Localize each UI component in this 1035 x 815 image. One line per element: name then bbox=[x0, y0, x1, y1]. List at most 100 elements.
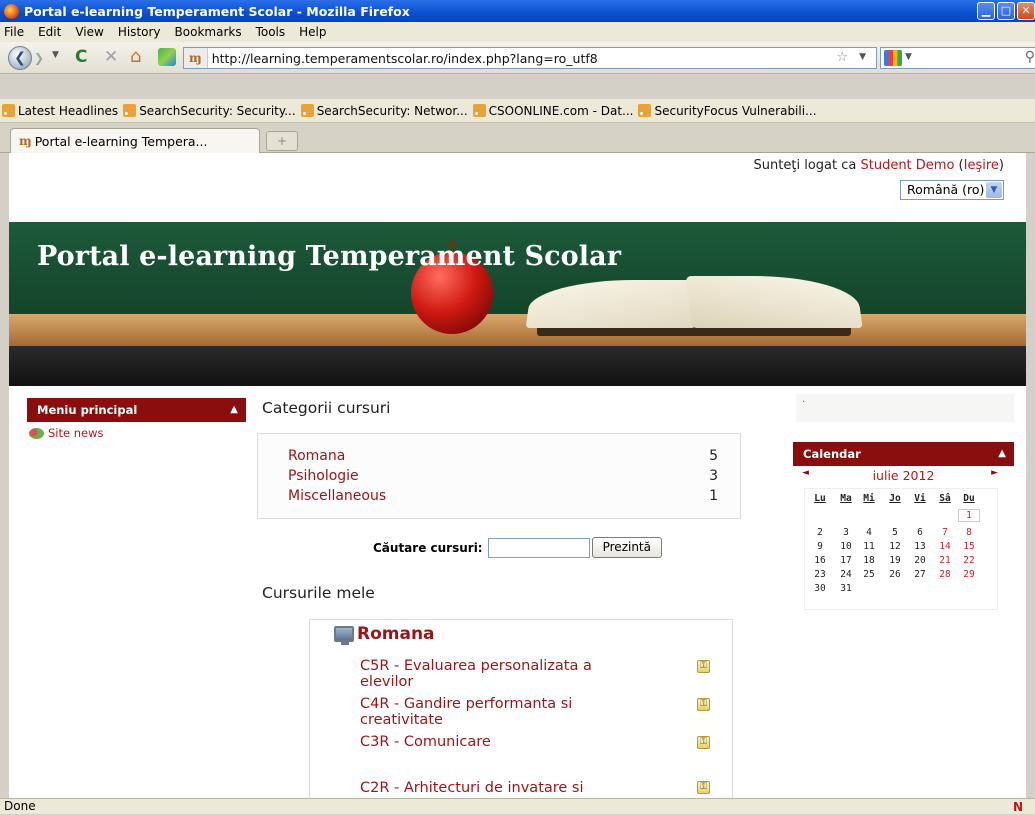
extension-icon[interactable] bbox=[158, 48, 176, 66]
course-link[interactable]: C5R - Evaluarea personalizata a elevilor bbox=[360, 658, 660, 690]
course-search-input[interactable] bbox=[487, 537, 590, 558]
menu-history[interactable]: History bbox=[118, 25, 161, 39]
course-link[interactable]: C4R - Gandire performanta si creativitat… bbox=[360, 696, 660, 728]
moodle-favicon-icon: ɱ bbox=[19, 134, 32, 148]
bookmark-item[interactable]: SearchSecurity: Security... bbox=[123, 104, 296, 118]
site-news-link[interactable]: Site news bbox=[27, 426, 246, 440]
calendar-month-link[interactable]: iulie 2012 bbox=[793, 468, 1014, 483]
course-category-title[interactable]: Romana bbox=[334, 624, 435, 645]
calendar-day[interactable]: 13 bbox=[909, 541, 931, 552]
menu-view[interactable]: View bbox=[75, 25, 103, 39]
reload-button[interactable]: C bbox=[75, 47, 87, 67]
calendar-day[interactable]: 19 bbox=[884, 555, 906, 566]
calendar-day[interactable]: 1 bbox=[958, 509, 980, 522]
url-text[interactable]: http://learning.temperamentscolar.ro/ind… bbox=[208, 51, 598, 66]
banner-desk bbox=[9, 314, 1026, 346]
calendar-block: Calendar ▲ ◄ iulie 2012 ► bbox=[793, 442, 1014, 486]
calendar-day[interactable]: 10 bbox=[835, 541, 857, 552]
guest-access-key-icon: ⚿ bbox=[697, 736, 710, 749]
home-button[interactable]: ⌂ bbox=[130, 46, 141, 67]
calendar-day[interactable]: 15 bbox=[958, 541, 980, 552]
site-identity-icon[interactable]: ɱ bbox=[184, 48, 208, 68]
calendar-day[interactable]: 27 bbox=[909, 569, 931, 580]
back-button[interactable]: ❮ bbox=[8, 46, 32, 70]
calendar-day[interactable]: 26 bbox=[884, 569, 906, 580]
chevron-down-icon[interactable]: ▼ bbox=[986, 182, 1002, 198]
calendar-day[interactable]: 21 bbox=[934, 555, 956, 566]
calendar-day[interactable]: 12 bbox=[884, 541, 906, 552]
my-courses-heading: Cursurile mele bbox=[262, 584, 375, 602]
bookmark-item[interactable]: SecurityFocus Vulnerabili... bbox=[638, 104, 817, 118]
bookmark-item[interactable]: CSOONLINE.com - Dat... bbox=[472, 104, 633, 118]
course-search-label: Căutare cursuri: bbox=[373, 540, 483, 555]
calendar-day[interactable]: 31 bbox=[835, 583, 857, 594]
calendar-day[interactable]: 30 bbox=[809, 583, 831, 594]
collapse-icon[interactable]: ▲ bbox=[230, 398, 238, 422]
menu-file[interactable]: File bbox=[4, 25, 24, 39]
menu-help[interactable]: Help bbox=[299, 25, 326, 39]
bookmark-star-icon[interactable]: ☆ bbox=[836, 50, 848, 65]
history-dropdown-icon[interactable]: ▼ bbox=[52, 50, 59, 60]
calendar-day[interactable]: 25 bbox=[858, 569, 880, 580]
search-bar[interactable]: ▼ ⚲ bbox=[880, 47, 1035, 69]
calendar-day[interactable]: 29 bbox=[958, 569, 980, 580]
tab-portal[interactable]: ɱ Portal e-learning Tempera... bbox=[10, 128, 260, 153]
noscript-icon[interactable]: N bbox=[1013, 800, 1023, 815]
calendar-day[interactable]: 17 bbox=[835, 555, 857, 566]
course-link[interactable]: C3R - Comunicare bbox=[360, 734, 660, 750]
calendar-day[interactable]: 18 bbox=[858, 555, 880, 566]
menu-edit[interactable]: Edit bbox=[38, 25, 61, 39]
main-menu-block: Meniu principal ▲ Site news bbox=[27, 398, 246, 440]
stop-button[interactable]: ✕ bbox=[104, 47, 118, 67]
search-icon[interactable]: ⚲ bbox=[1025, 49, 1035, 65]
page-content: Sunteţi logat ca Student Demo (Ieşire) R… bbox=[9, 153, 1026, 798]
menu-bar: File Edit View History Bookmarks Tools H… bbox=[0, 22, 1035, 42]
maximize-button[interactable]: □ bbox=[997, 2, 1015, 20]
calendar-day[interactable]: 2 bbox=[809, 527, 831, 538]
category-link-miscellaneous[interactable]: Miscellaneous bbox=[288, 488, 386, 504]
calendar-day[interactable]: 11 bbox=[858, 541, 880, 552]
calendar-day[interactable]: 20 bbox=[909, 555, 931, 566]
minimize-button[interactable]: ▁ bbox=[977, 2, 995, 20]
forward-button[interactable]: ❯ bbox=[34, 49, 50, 67]
category-link-psihologie[interactable]: Psihologie bbox=[288, 468, 359, 484]
logout-link[interactable]: Ieşire bbox=[964, 158, 999, 173]
menu-tools[interactable]: Tools bbox=[256, 25, 286, 39]
calendar-day[interactable]: 6 bbox=[909, 527, 931, 538]
calendar-day[interactable]: 8 bbox=[958, 527, 980, 538]
calendar-day[interactable]: 7 bbox=[934, 527, 956, 538]
new-tab-button[interactable]: + bbox=[266, 131, 298, 151]
calendar-day[interactable]: 14 bbox=[934, 541, 956, 552]
next-month-button[interactable]: ► bbox=[991, 468, 998, 478]
category-count: 3 bbox=[709, 468, 718, 484]
tab-strip: ɱ Portal e-learning Tempera... + bbox=[0, 123, 1035, 153]
rss-feed-icon bbox=[123, 104, 137, 117]
collapse-icon[interactable]: ▲ bbox=[998, 442, 1006, 466]
calendar-day[interactable]: 22 bbox=[958, 555, 980, 566]
language-select[interactable]: Română (ro) ▼ bbox=[900, 180, 1004, 200]
login-info: Sunteţi logat ca Student Demo (Ieşire) bbox=[753, 158, 1004, 173]
bookmark-item[interactable]: Latest Headlines bbox=[2, 104, 118, 118]
calendar-day[interactable]: 23 bbox=[809, 569, 831, 580]
course-link[interactable]: C2R - Arhitecturi de invatare si bbox=[360, 780, 660, 796]
google-search-engine-icon[interactable] bbox=[884, 50, 902, 66]
category-count: 1 bbox=[709, 488, 718, 504]
address-bar[interactable]: ɱ http://learning.temperamentscolar.ro/i… bbox=[183, 47, 877, 69]
search-engine-dropdown-icon[interactable]: ▼ bbox=[905, 52, 912, 62]
calendar-day[interactable]: 5 bbox=[884, 527, 906, 538]
course-search-button[interactable]: Prezintă bbox=[591, 537, 662, 558]
url-dropdown-icon[interactable]: ▼ bbox=[859, 52, 866, 62]
menu-bookmarks[interactable]: Bookmarks bbox=[175, 25, 242, 39]
calendar-day[interactable]: 4 bbox=[858, 527, 880, 538]
calendar-day[interactable]: 3 bbox=[835, 527, 857, 538]
bookmark-item[interactable]: SearchSecurity: Networ... bbox=[300, 104, 468, 118]
category-link-romana[interactable]: Romana bbox=[288, 448, 345, 464]
calendar-day[interactable]: 9 bbox=[809, 541, 831, 552]
calendar-day[interactable]: 16 bbox=[809, 555, 831, 566]
calendar-day[interactable]: 28 bbox=[934, 569, 956, 580]
user-profile-link[interactable]: Student Demo bbox=[860, 158, 954, 173]
calendar-day[interactable]: 24 bbox=[835, 569, 857, 580]
window-border-right bbox=[1026, 153, 1035, 798]
category-row: Romana 5 bbox=[288, 448, 718, 464]
close-window-button[interactable]: ✕ bbox=[1017, 2, 1035, 20]
